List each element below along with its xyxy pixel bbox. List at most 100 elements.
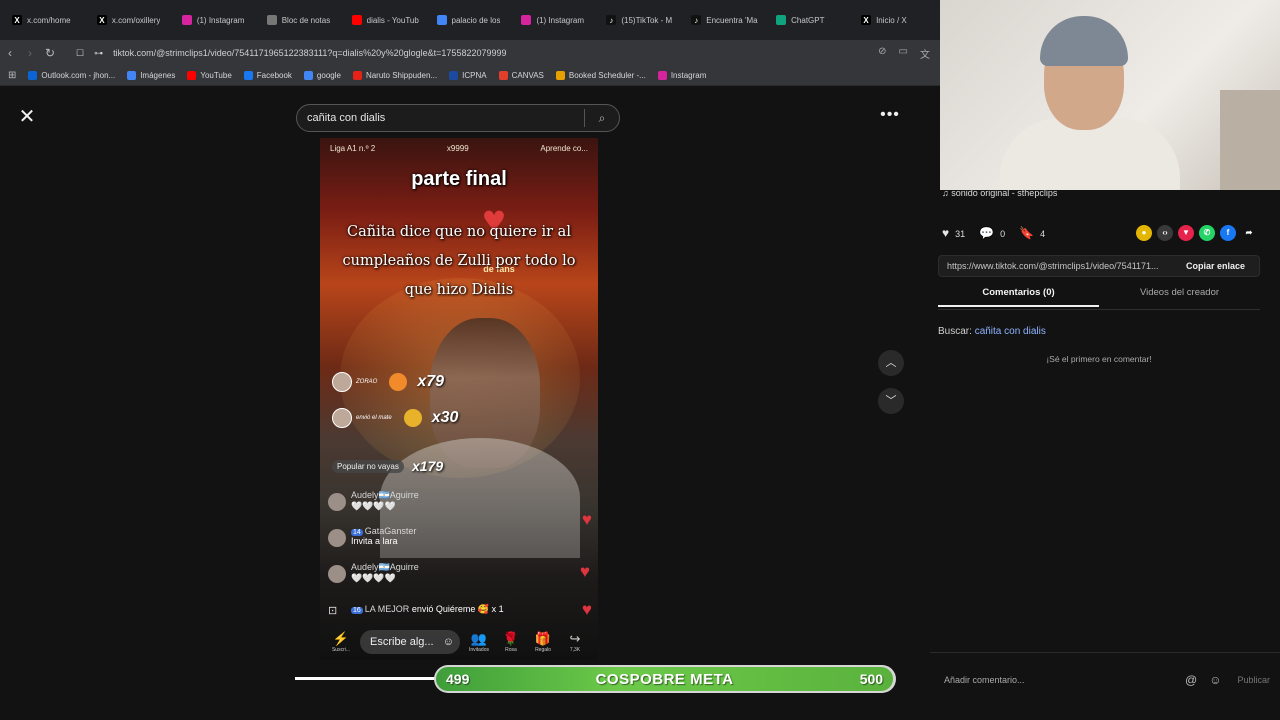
goal-label: COSPOBRE META	[595, 670, 734, 688]
bookmark-item[interactable]: Outlook.com - jhon...	[28, 71, 115, 80]
comment-stat[interactable]: 💬 0	[979, 226, 1005, 240]
floating-heart-icon: ♥	[581, 600, 592, 619]
browser-tab[interactable]: ♪ Encuentra 'Ma	[685, 6, 770, 34]
goal-progress-fill: 499 COSPOBRE META 500	[436, 667, 894, 691]
comment-input[interactable]: Añadir comentario...	[944, 675, 1173, 685]
gift-multiplier: x30	[431, 409, 459, 426]
tab-creator-videos[interactable]: Videos del creador	[1099, 287, 1260, 307]
bookmark-item[interactable]: google	[303, 71, 341, 80]
whatsapp-icon[interactable]: ✆	[1199, 225, 1215, 241]
search-input[interactable]: cañita con dialis	[297, 112, 584, 124]
reload-icon[interactable]: ↻	[40, 46, 60, 60]
next-video-icon[interactable]: ﹀	[878, 388, 904, 414]
coin-share-icon[interactable]: ●	[1136, 225, 1152, 241]
empty-comments-text: ¡Sé el primero en comentar!	[1046, 354, 1152, 364]
bookmark-label: Imágenes	[140, 71, 176, 80]
embed-icon[interactable]: ‹›	[1157, 225, 1173, 241]
translate-icon[interactable]: 文	[920, 46, 930, 61]
bookmark-item[interactable]: Facebook	[243, 71, 292, 80]
emoji-icon[interactable]: ☺	[443, 636, 454, 648]
browser-tab[interactable]: dialis - YouTub	[346, 6, 431, 34]
mention-icon[interactable]: @	[1185, 673, 1197, 687]
browser-tab-title: ChatGPT	[791, 15, 825, 25]
publish-button[interactable]: Publicar	[1237, 675, 1270, 685]
bookmark-item[interactable]: CANVAS	[498, 71, 544, 80]
sound-name[interactable]: sonido original - sthepclips	[951, 188, 1057, 198]
sound-row[interactable]: ♫ sonido original - sthepclips	[942, 188, 1057, 198]
guests-action[interactable]: 👥 Invitados	[466, 631, 492, 653]
address-bar[interactable]: ☐ ⊶ tiktok.com/@strimclips1/video/754117…	[76, 48, 878, 59]
bookmark-star-icon[interactable]: ☐	[76, 48, 84, 59]
gift-icon	[389, 373, 408, 391]
related-search: Buscar: cañita con dialis	[938, 326, 1046, 337]
bookmark-item[interactable]: Naruto Shippuden...	[352, 71, 437, 80]
apps-grid-icon[interactable]: ⊞	[8, 70, 16, 81]
browser-tab[interactable]: (1) Instagram	[515, 6, 600, 34]
league-label[interactable]: Liga A1 n.º 2	[330, 144, 375, 153]
save-count: 4	[1040, 229, 1046, 239]
search-icon[interactable]: ⌕	[585, 111, 619, 126]
previous-video-icon[interactable]: ︿	[878, 350, 904, 376]
chatgpt-icon	[776, 15, 787, 25]
more-options-icon[interactable]: •••	[878, 106, 902, 126]
live-comment: Audely🇦🇷Aguirre 🤍🤍🤍🤍	[328, 490, 419, 512]
back-icon[interactable]: ‹	[0, 46, 20, 60]
bookmark-label: Booked Scheduler -...	[568, 71, 646, 80]
browser-tab[interactable]: X Inicio / X	[855, 6, 940, 34]
browser-tab-title: Bloc de notas	[281, 15, 331, 25]
copy-link-button[interactable]: Copiar enlace	[1176, 261, 1259, 271]
related-search-link[interactable]: cañita con dialis	[975, 326, 1046, 337]
video-caption: Cañita dice que no quiere ir al cumpleañ…	[342, 224, 576, 298]
learn-label[interactable]: Aprende co...	[540, 144, 588, 153]
browser-tab[interactable]: ChatGPT	[770, 6, 855, 34]
browser-tab[interactable]: (1) Instagram	[176, 6, 261, 34]
gift-action[interactable]: 🎁 Regalo	[530, 631, 556, 653]
browser-tab[interactable]: ♪ (15)TikTok - M	[600, 6, 685, 34]
bookmark-label: google	[316, 71, 341, 80]
browser-tab[interactable]: palacio de los	[431, 6, 516, 34]
avatar	[328, 493, 346, 511]
bookmark-favicon-icon	[28, 71, 38, 80]
like-stat[interactable]: ♥ 31	[942, 226, 965, 240]
tabs-divider	[938, 309, 1260, 310]
subscribe-action[interactable]: ⚡ Suscri...	[328, 631, 354, 653]
browser-tab[interactable]: Xx.com/home	[6, 6, 91, 34]
gift-icon: 🎁	[534, 631, 552, 646]
browser-tab[interactable]: Bloc de notas	[261, 6, 346, 34]
bookmark-item[interactable]: YouTube	[187, 71, 232, 80]
url-text[interactable]: tiktok.com/@strimclips1/video/7541171965…	[113, 48, 506, 58]
level-badge: 16	[351, 607, 363, 614]
send-friends-icon[interactable]: ▼	[1178, 225, 1194, 241]
more-share-icon[interactable]: ➦	[1241, 225, 1257, 241]
rose-action[interactable]: 🌹 Rosa	[498, 631, 524, 653]
search-bar[interactable]: cañita con dialis ⌕	[296, 104, 620, 132]
save-stat[interactable]: 🔖 4	[1019, 226, 1045, 240]
close-icon[interactable]: ✕	[16, 106, 38, 128]
bookmark-item[interactable]: ICPNA	[449, 71, 487, 80]
video-player[interactable]: Liga A1 n.º 2 x9999 Aprende co... parte …	[320, 138, 598, 660]
browser-tab-title: (15)TikTok - M	[621, 15, 673, 25]
bookmark-label: Facebook	[256, 71, 292, 80]
video-link[interactable]: https://www.tiktok.com/@strimclips1/vide…	[947, 261, 1176, 271]
browser-tab[interactable]: Xx.com/oxillery	[91, 6, 176, 34]
comment-text: 🤍🤍🤍🤍	[351, 573, 396, 583]
cast-icon[interactable]: ▭	[899, 46, 908, 61]
live-comment: Audely🇦🇷Aguirre 🤍🤍🤍🤍	[328, 562, 419, 584]
bookmark-item[interactable]: Imágenes	[127, 71, 175, 80]
gift-multiplier: x79	[417, 373, 445, 390]
browser-tab-bar: Xx.com/home Xx.com/oxillery (1) Instagram B…	[0, 0, 940, 40]
extension-icon[interactable]: ⊘	[878, 46, 886, 61]
comment-user: Audely🇦🇷Aguirre	[351, 490, 419, 500]
bookmark-item[interactable]: Booked Scheduler -...	[555, 71, 646, 80]
emoji-icon[interactable]: ☺	[1209, 673, 1221, 687]
comment-user-name: GataGanster	[364, 526, 417, 536]
site-info-icon[interactable]: ⊶	[94, 48, 103, 59]
forward-icon[interactable]: ›	[20, 46, 40, 60]
share-action[interactable]: ↪ 7,3K	[562, 631, 588, 653]
live-comment-input[interactable]: Escribe alg... ☺	[360, 630, 460, 654]
tab-comments[interactable]: Comentarios (0)	[938, 287, 1099, 307]
comment-text: envió Quiéreme 🥰 x 1	[411, 604, 504, 614]
bookmark-item[interactable]: Instagram	[657, 71, 706, 80]
facebook-icon[interactable]: f	[1220, 225, 1236, 241]
live-top-bar: Liga A1 n.º 2 x9999 Aprende co...	[330, 144, 588, 153]
